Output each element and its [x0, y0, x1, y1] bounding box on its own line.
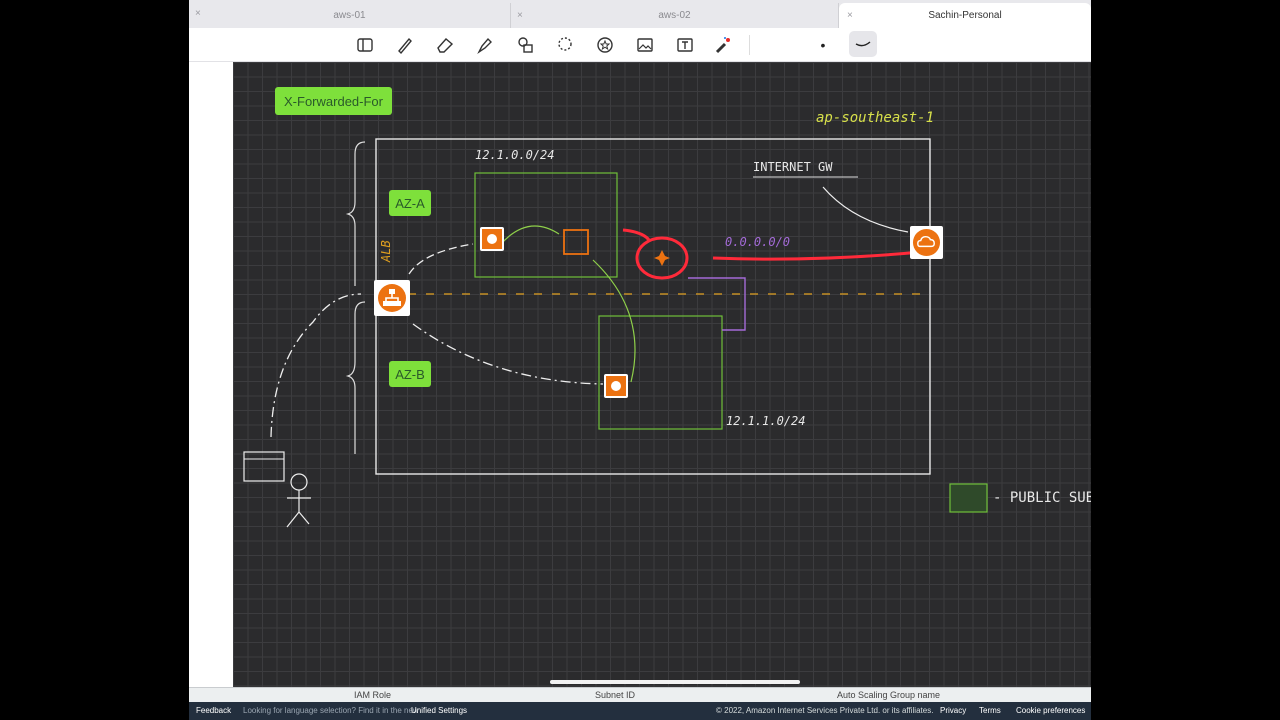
nat-gateway-icon	[652, 248, 672, 268]
stroke-size-dot[interactable]: •	[811, 33, 835, 57]
subnet-a-cidr: 12.1.0.0/24	[475, 148, 555, 162]
tab-aws-01[interactable]: aws-01	[189, 3, 511, 28]
close-icon[interactable]: ×	[195, 8, 201, 19]
neon-path-1	[622, 228, 651, 241]
load-balancer-icon	[374, 280, 410, 316]
sidebar-icon[interactable]	[353, 33, 377, 57]
app-window: aws-01 × aws-02 × Sachin-Personal × • X-…	[189, 0, 1091, 720]
divider	[749, 35, 750, 55]
sticker-icon[interactable]	[593, 33, 617, 57]
az-a-text: AZ-A	[395, 195, 425, 211]
cookie-preferences-link[interactable]: Cookie preferences	[1016, 706, 1085, 715]
vpc-boundary	[375, 138, 931, 475]
legend-swatch	[949, 483, 988, 513]
laser-pointer-icon[interactable]	[711, 33, 735, 57]
neon-path-2	[712, 250, 922, 261]
tab-bar: aws-01 × aws-02 × Sachin-Personal ×	[189, 0, 1091, 28]
user-head	[290, 473, 308, 491]
chip-icon	[563, 229, 589, 255]
copyright: © 2022, Amazon Internet Services Private…	[716, 706, 934, 715]
brace-az-b	[345, 301, 366, 454]
tab-label: aws-02	[658, 10, 691, 21]
legend-label: - PUBLIC SUBN	[993, 490, 1091, 506]
col-iam-role[interactable]: IAM Role	[354, 690, 391, 700]
col-asg-name[interactable]: Auto Scaling Group name	[837, 690, 940, 700]
internet-gateway-icon	[910, 226, 943, 259]
col-subnet-id[interactable]: Subnet ID	[595, 690, 635, 700]
subnet-a	[474, 172, 618, 278]
highlighter-icon[interactable]	[473, 33, 497, 57]
alb-to-a	[408, 243, 474, 275]
az-b-tag: AZ-B	[389, 361, 431, 387]
route-path	[688, 277, 746, 331]
tab-label: Sachin-Personal	[928, 10, 1002, 21]
terms-link[interactable]: Terms	[979, 706, 1001, 715]
feedback-link[interactable]: Feedback	[196, 706, 231, 715]
language-prompt: Looking for language selection? Find it …	[243, 706, 419, 715]
drawing-canvas[interactable]: X-Forwarded-For AZ-A AZ-B ap-southeast-1…	[233, 62, 1091, 687]
xff-text: X-Forwarded-For	[284, 93, 383, 109]
drawing-toolbar: •	[189, 28, 1091, 62]
text-icon[interactable]	[673, 33, 697, 57]
igw-arrow	[822, 186, 909, 233]
home-indicator	[550, 680, 800, 684]
ec2-instance-b-icon	[604, 374, 628, 398]
table-header: IAM Role Subnet ID Auto Scaling Group na…	[189, 687, 1091, 702]
pen-icon[interactable]	[393, 33, 417, 57]
route-cidr: 0.0.0.0/0	[725, 235, 791, 249]
user-flow	[270, 293, 362, 438]
ec2-instance-a-icon	[480, 227, 504, 251]
igw-label: INTERNET GW	[753, 160, 833, 174]
console-footer: Feedback Looking for language selection?…	[189, 702, 1091, 720]
brace-az-a	[345, 141, 366, 286]
eraser-icon[interactable]	[433, 33, 457, 57]
tab-label: aws-01	[333, 10, 366, 21]
browser-window	[243, 451, 285, 482]
privacy-link[interactable]: Privacy	[940, 706, 966, 715]
alb-label: ALB	[379, 240, 393, 262]
tab-sachin-personal[interactable]: × Sachin-Personal	[839, 3, 1091, 28]
lasso-icon[interactable]	[553, 33, 577, 57]
unified-settings-link[interactable]: Unified Settings	[411, 706, 467, 715]
region-label: ap-southeast-1	[816, 110, 935, 126]
subnet-b	[598, 315, 723, 430]
shapes-icon[interactable]	[513, 33, 537, 57]
image-icon[interactable]	[633, 33, 657, 57]
aws-console-strip: IAM Role Subnet ID Auto Scaling Group na…	[189, 687, 1091, 720]
user-body	[286, 490, 311, 528]
subnet-b-cidr: 12.1.1.0/24	[726, 414, 806, 428]
diagram-drawing	[243, 138, 988, 528]
arrow-a	[500, 225, 560, 245]
dot-icon: •	[820, 37, 826, 53]
xff-tag: X-Forwarded-For	[275, 87, 392, 115]
stroke-style-button[interactable]	[849, 31, 877, 57]
az-b-text: AZ-B	[395, 366, 425, 382]
alb-to-b	[412, 323, 604, 385]
az-a-tag: AZ-A	[389, 190, 431, 216]
tab-aws-02[interactable]: × aws-02	[511, 3, 839, 28]
